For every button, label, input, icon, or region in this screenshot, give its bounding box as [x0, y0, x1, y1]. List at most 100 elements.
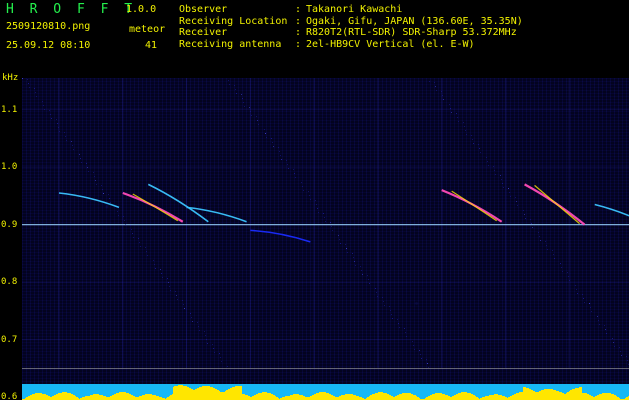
noise-speck	[281, 159, 282, 160]
footer-activity-bar	[34, 394, 35, 400]
noise-speck	[367, 275, 368, 276]
noise-speck	[318, 212, 319, 213]
noise-speck	[384, 305, 385, 306]
meteor-trail	[441, 189, 503, 223]
footer-activity-bar	[398, 395, 399, 400]
noise-speck	[493, 166, 494, 167]
footer-activity-bar	[46, 395, 47, 400]
noise-speck	[29, 87, 30, 88]
noise-speck	[413, 345, 414, 346]
footer-activity-bar	[605, 393, 606, 400]
noise-speck	[161, 273, 162, 274]
noise-speck	[132, 233, 133, 234]
footer-activity-bar	[513, 395, 514, 400]
signal-strength-footer	[22, 384, 629, 400]
noise-speck	[347, 252, 348, 253]
footer-activity-bar	[405, 393, 406, 400]
footer-activity-bar	[133, 396, 134, 400]
noise-speck	[87, 167, 88, 168]
footer-activity-bar	[529, 389, 530, 400]
footer-activity-bar	[410, 393, 411, 400]
footer-activity-bar	[611, 394, 612, 400]
footer-activity-bar	[353, 395, 354, 400]
footer-activity-bar	[274, 395, 275, 400]
footer-activity-bar	[457, 394, 458, 400]
footer-activity-bar	[599, 394, 600, 400]
noise-speck	[429, 81, 430, 82]
footer-activity-bar	[400, 394, 401, 400]
footer-activity-bar	[439, 393, 440, 400]
footer-activity-bar	[522, 392, 523, 400]
footer-activity-bar	[267, 393, 268, 400]
footer-activity-bar	[158, 396, 159, 400]
noise-speck	[471, 135, 472, 136]
footer-activity-bar	[376, 393, 377, 400]
noise-speck	[486, 157, 487, 158]
footer-activity-bar	[358, 396, 359, 400]
noise-speck	[154, 264, 155, 265]
noise-speck	[560, 263, 561, 264]
noise-speck	[59, 131, 60, 132]
frequency-tick-label: 0.6	[1, 392, 18, 400]
footer-activity-bar	[186, 386, 187, 400]
noise-speck	[375, 288, 376, 289]
footer-activity-bar	[462, 392, 463, 400]
noise-speck	[219, 353, 220, 354]
footer-activity-bar	[62, 392, 63, 400]
footer-activity-bar	[116, 393, 117, 400]
noise-speck	[435, 86, 436, 87]
noise-speck	[606, 333, 607, 334]
footer-activity-bar	[98, 394, 99, 400]
colon: :	[295, 4, 302, 15]
meteor-trail	[122, 191, 184, 223]
footer-activity-bar	[208, 386, 209, 400]
footer-activity-bar	[189, 388, 190, 400]
footer-activity-bar	[70, 393, 71, 400]
noise-speck	[66, 140, 67, 141]
footer-activity-bar	[347, 394, 348, 400]
footer-activity-bar	[571, 390, 572, 400]
footer-activity-bar	[435, 393, 436, 400]
noise-speck	[108, 194, 109, 195]
footer-activity-bar	[589, 395, 590, 400]
noise-speck	[94, 176, 95, 177]
footer-activity-bar	[119, 392, 120, 400]
noise-speck	[234, 85, 235, 86]
footer-activity-bar	[384, 393, 385, 400]
receiver-row: Receiver : R820T2(RTL-SDR) SDR-Sharp 53.…	[179, 27, 619, 39]
footer-activity-bar	[66, 392, 67, 400]
noise-speck	[73, 149, 74, 150]
footer-activity-bar	[59, 393, 60, 400]
footer-activity-bar	[114, 394, 115, 400]
footer-activity-bar	[121, 392, 122, 400]
colon: :	[295, 15, 302, 27]
footer-activity-bar	[380, 392, 381, 400]
footer-activity-bar	[304, 396, 305, 400]
footer-activity-bar	[93, 394, 94, 400]
footer-activity-bar	[540, 391, 541, 400]
footer-activity-bar	[235, 386, 236, 400]
footer-activity-bar	[487, 396, 488, 400]
footer-activity-bar	[494, 394, 495, 400]
noise-speck	[117, 211, 118, 212]
noise-speck	[34, 88, 35, 89]
footer-activity-bar	[291, 395, 292, 400]
footer-activity-bar	[223, 392, 224, 400]
footer-activity-bar	[266, 392, 267, 400]
noise-speck	[64, 132, 65, 133]
footer-activity-bar	[329, 394, 330, 400]
footer-activity-bar	[385, 393, 386, 400]
footer-activity-bar	[340, 396, 341, 400]
noise-speck	[473, 143, 474, 144]
meteor-trail	[186, 206, 247, 223]
footer-activity-bar	[58, 393, 59, 400]
footer-activity-bar	[600, 394, 601, 400]
footer-activity-bar	[32, 394, 33, 400]
footer-activity-bar	[141, 396, 142, 400]
noise-speck	[613, 342, 614, 343]
footer-activity-bar	[295, 394, 296, 400]
footer-activity-bar	[170, 395, 171, 400]
footer-activity-bar	[317, 393, 318, 400]
footer-activity-bar	[333, 396, 334, 400]
footer-activity-bar	[180, 385, 181, 400]
